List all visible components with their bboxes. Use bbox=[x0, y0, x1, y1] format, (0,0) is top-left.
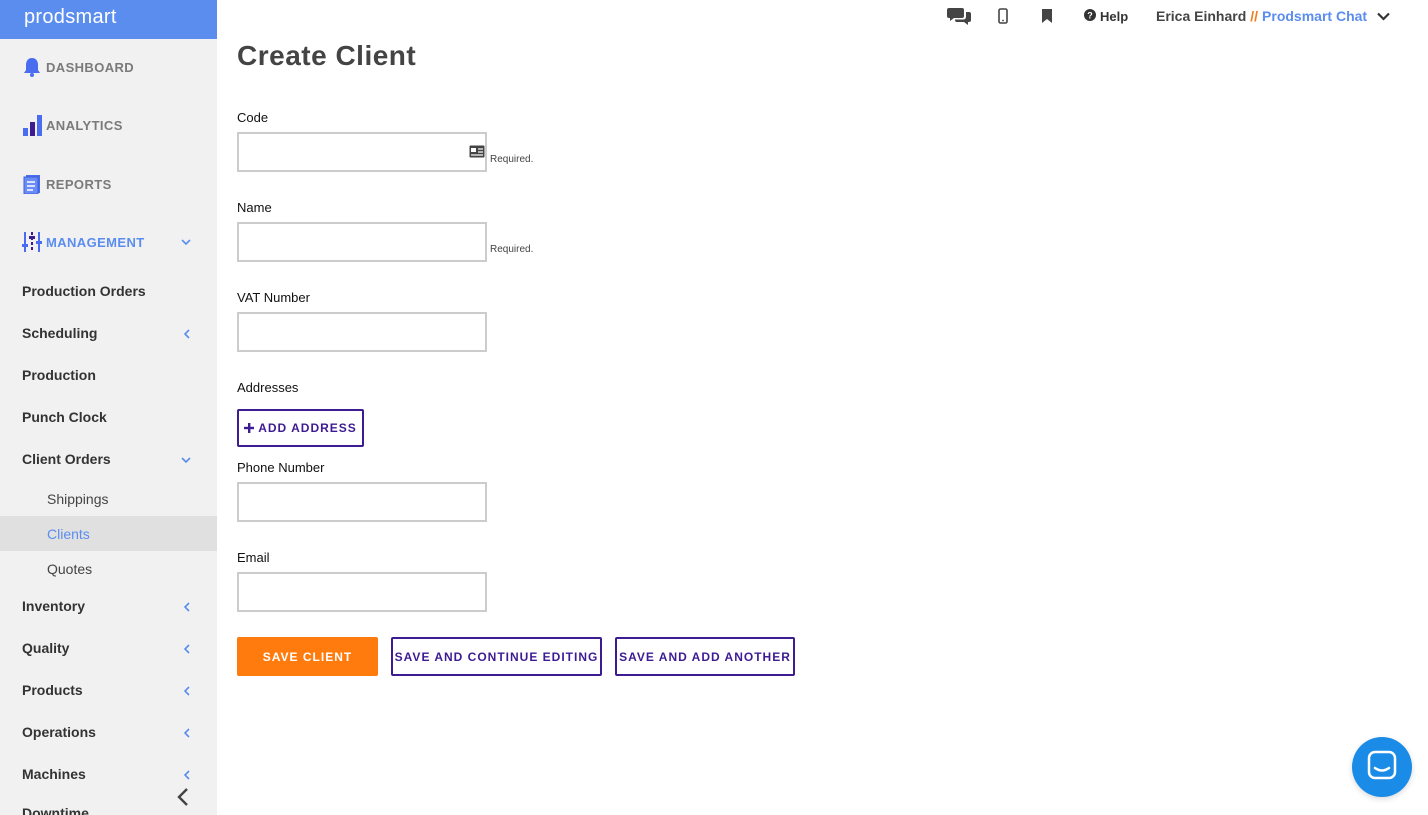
nav-management[interactable]: MANAGEMENT bbox=[22, 230, 145, 254]
chevron-down-icon[interactable] bbox=[181, 237, 191, 247]
name-label: Name bbox=[237, 200, 272, 215]
bell-icon bbox=[22, 56, 42, 78]
sidebar-item-downtime[interactable]: Downtime bbox=[22, 805, 89, 815]
nav-dashboard[interactable]: DASHBOARD bbox=[22, 55, 134, 79]
bar-chart-icon bbox=[22, 114, 42, 136]
sidebar-item-clients[interactable]: Clients bbox=[0, 516, 217, 551]
code-label: Code bbox=[237, 110, 269, 125]
chevron-down-icon[interactable] bbox=[181, 455, 191, 465]
phone-label: Phone Number bbox=[237, 460, 325, 475]
add-address-label: ADD ADDRESS bbox=[258, 421, 357, 435]
name-field[interactable] bbox=[237, 222, 487, 262]
logo-bar[interactable]: prodsmart bbox=[0, 0, 217, 39]
logo: prodsmart bbox=[24, 6, 117, 28]
sidebar-item-client-orders[interactable]: Client Orders bbox=[22, 451, 111, 467]
chevron-left-icon[interactable] bbox=[181, 644, 191, 654]
sidebar-item-operations[interactable]: Operations bbox=[22, 724, 96, 740]
nav-dashboard-label: DASHBOARD bbox=[46, 59, 135, 75]
sidebar-item-shippings[interactable]: Shippings bbox=[0, 481, 217, 516]
chevron-down-icon bbox=[1377, 12, 1390, 21]
sidebar-item-inventory[interactable]: Inventory bbox=[22, 598, 85, 614]
help-link[interactable]: ? Help bbox=[1084, 6, 1128, 26]
nav-management-label: MANAGEMENT bbox=[46, 234, 145, 250]
help-label: Help bbox=[1100, 8, 1129, 24]
sidebar-item-scheduling[interactable]: Scheduling bbox=[22, 325, 97, 341]
id-card-icon[interactable] bbox=[469, 145, 485, 158]
messenger-icon bbox=[1367, 750, 1397, 785]
chevron-left-icon[interactable] bbox=[181, 728, 191, 738]
plus-icon bbox=[244, 420, 255, 436]
email-label: Email bbox=[237, 550, 270, 565]
bookmark-icon[interactable] bbox=[1042, 4, 1052, 28]
sidebar-item-punch-clock[interactable]: Punch Clock bbox=[22, 409, 107, 425]
phone-field[interactable] bbox=[237, 482, 487, 522]
collapse-sidebar-icon[interactable] bbox=[174, 786, 192, 808]
save-continue-button[interactable]: SAVE AND CONTINUE EDITING bbox=[391, 637, 602, 676]
user-name: Erica Einhard bbox=[1156, 8, 1247, 24]
question-icon: ? bbox=[1084, 8, 1096, 24]
chevron-left-icon[interactable] bbox=[181, 602, 191, 612]
nav-analytics[interactable]: ANALYTICS bbox=[22, 113, 123, 137]
vat-label: VAT Number bbox=[237, 290, 310, 305]
code-field[interactable] bbox=[237, 132, 487, 172]
save-add-another-button[interactable]: SAVE AND ADD ANOTHER bbox=[615, 637, 795, 676]
sidebar-item-machines[interactable]: Machines bbox=[22, 766, 86, 782]
sidebar-item-products[interactable]: Products bbox=[22, 682, 83, 698]
nav-analytics-label: ANALYTICS bbox=[46, 117, 123, 133]
chevron-left-icon[interactable] bbox=[181, 770, 191, 780]
add-address-button[interactable]: ADD ADDRESS bbox=[237, 409, 364, 447]
user-menu[interactable]: Erica Einhard // Prodsmart Chat bbox=[1156, 6, 1390, 26]
sidebar-item-production[interactable]: Production bbox=[22, 367, 96, 383]
name-required-hint: Required. bbox=[490, 244, 534, 255]
mobile-icon[interactable] bbox=[998, 4, 1008, 28]
addresses-label: Addresses bbox=[237, 380, 299, 395]
sidebar-item-quotes[interactable]: Quotes bbox=[0, 551, 217, 586]
user-separator: // bbox=[1250, 8, 1259, 24]
chevron-left-icon[interactable] bbox=[181, 686, 191, 696]
document-icon bbox=[22, 173, 42, 195]
sidebar: prodsmart DASHBOARD ANALYTICS REPORTS MA… bbox=[0, 0, 217, 815]
code-required-hint: Required. bbox=[490, 154, 534, 165]
chevron-left-icon[interactable] bbox=[181, 329, 191, 339]
email-field[interactable] bbox=[237, 572, 487, 612]
nav-reports[interactable]: REPORTS bbox=[22, 172, 112, 196]
sidebar-item-quality[interactable]: Quality bbox=[22, 640, 69, 656]
page-title: Create Client bbox=[237, 40, 417, 71]
organization-name: Prodsmart Chat bbox=[1262, 8, 1368, 24]
sidebar-item-production-orders[interactable]: Production Orders bbox=[22, 283, 146, 299]
sliders-icon bbox=[22, 231, 42, 253]
vat-field[interactable] bbox=[237, 312, 487, 352]
chat-widget-button[interactable] bbox=[1352, 737, 1412, 797]
svg-text:?: ? bbox=[1087, 10, 1093, 20]
nav-reports-label: REPORTS bbox=[46, 176, 112, 192]
chat-icon[interactable] bbox=[947, 4, 971, 28]
save-client-button[interactable]: SAVE CLIENT bbox=[237, 637, 378, 676]
